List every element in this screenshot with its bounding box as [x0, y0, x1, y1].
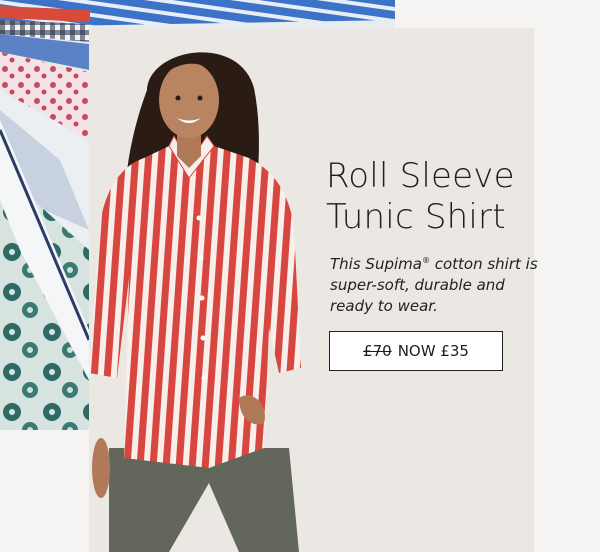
title-line-1: Roll Sleeve [326, 156, 515, 196]
registered-mark: ® [421, 256, 430, 265]
price-button[interactable]: £70 NOW £35 [329, 331, 503, 371]
title-line-2: Tunic Shirt [326, 197, 506, 237]
product-description: This Supima® cotton shirt is super-soft,… [330, 250, 545, 317]
product-title: Roll Sleeve Tunic Shirt [326, 156, 556, 238]
desc-before: This Supima [330, 255, 422, 273]
old-price: £70 [363, 342, 392, 360]
now-price: NOW £35 [397, 342, 469, 360]
